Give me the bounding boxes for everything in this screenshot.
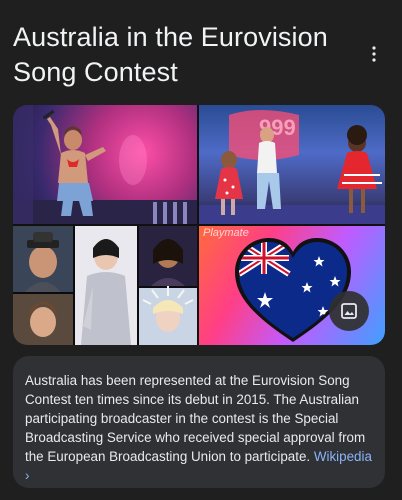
gallery-image-1[interactable] <box>13 105 197 224</box>
description-card: Australia has been represented at the Eu… <box>13 356 385 488</box>
more-options-button[interactable] <box>362 42 386 66</box>
more-vertical-icon <box>372 46 376 62</box>
image-gallery: 999 Playmate <box>13 105 385 345</box>
contestants-collage <box>13 226 197 345</box>
gallery-image-3[interactable] <box>13 226 197 345</box>
gallery-image-2[interactable]: 999 <box>199 105 385 224</box>
image-icon <box>341 303 357 319</box>
performer-illustration <box>13 105 197 224</box>
more-images-button[interactable] <box>329 291 369 331</box>
overlay-text: Playmate <box>203 227 249 239</box>
page-title: Australia in the Eurovision Song Contest <box>13 22 328 87</box>
performers-illustration: 999 <box>199 110 385 224</box>
